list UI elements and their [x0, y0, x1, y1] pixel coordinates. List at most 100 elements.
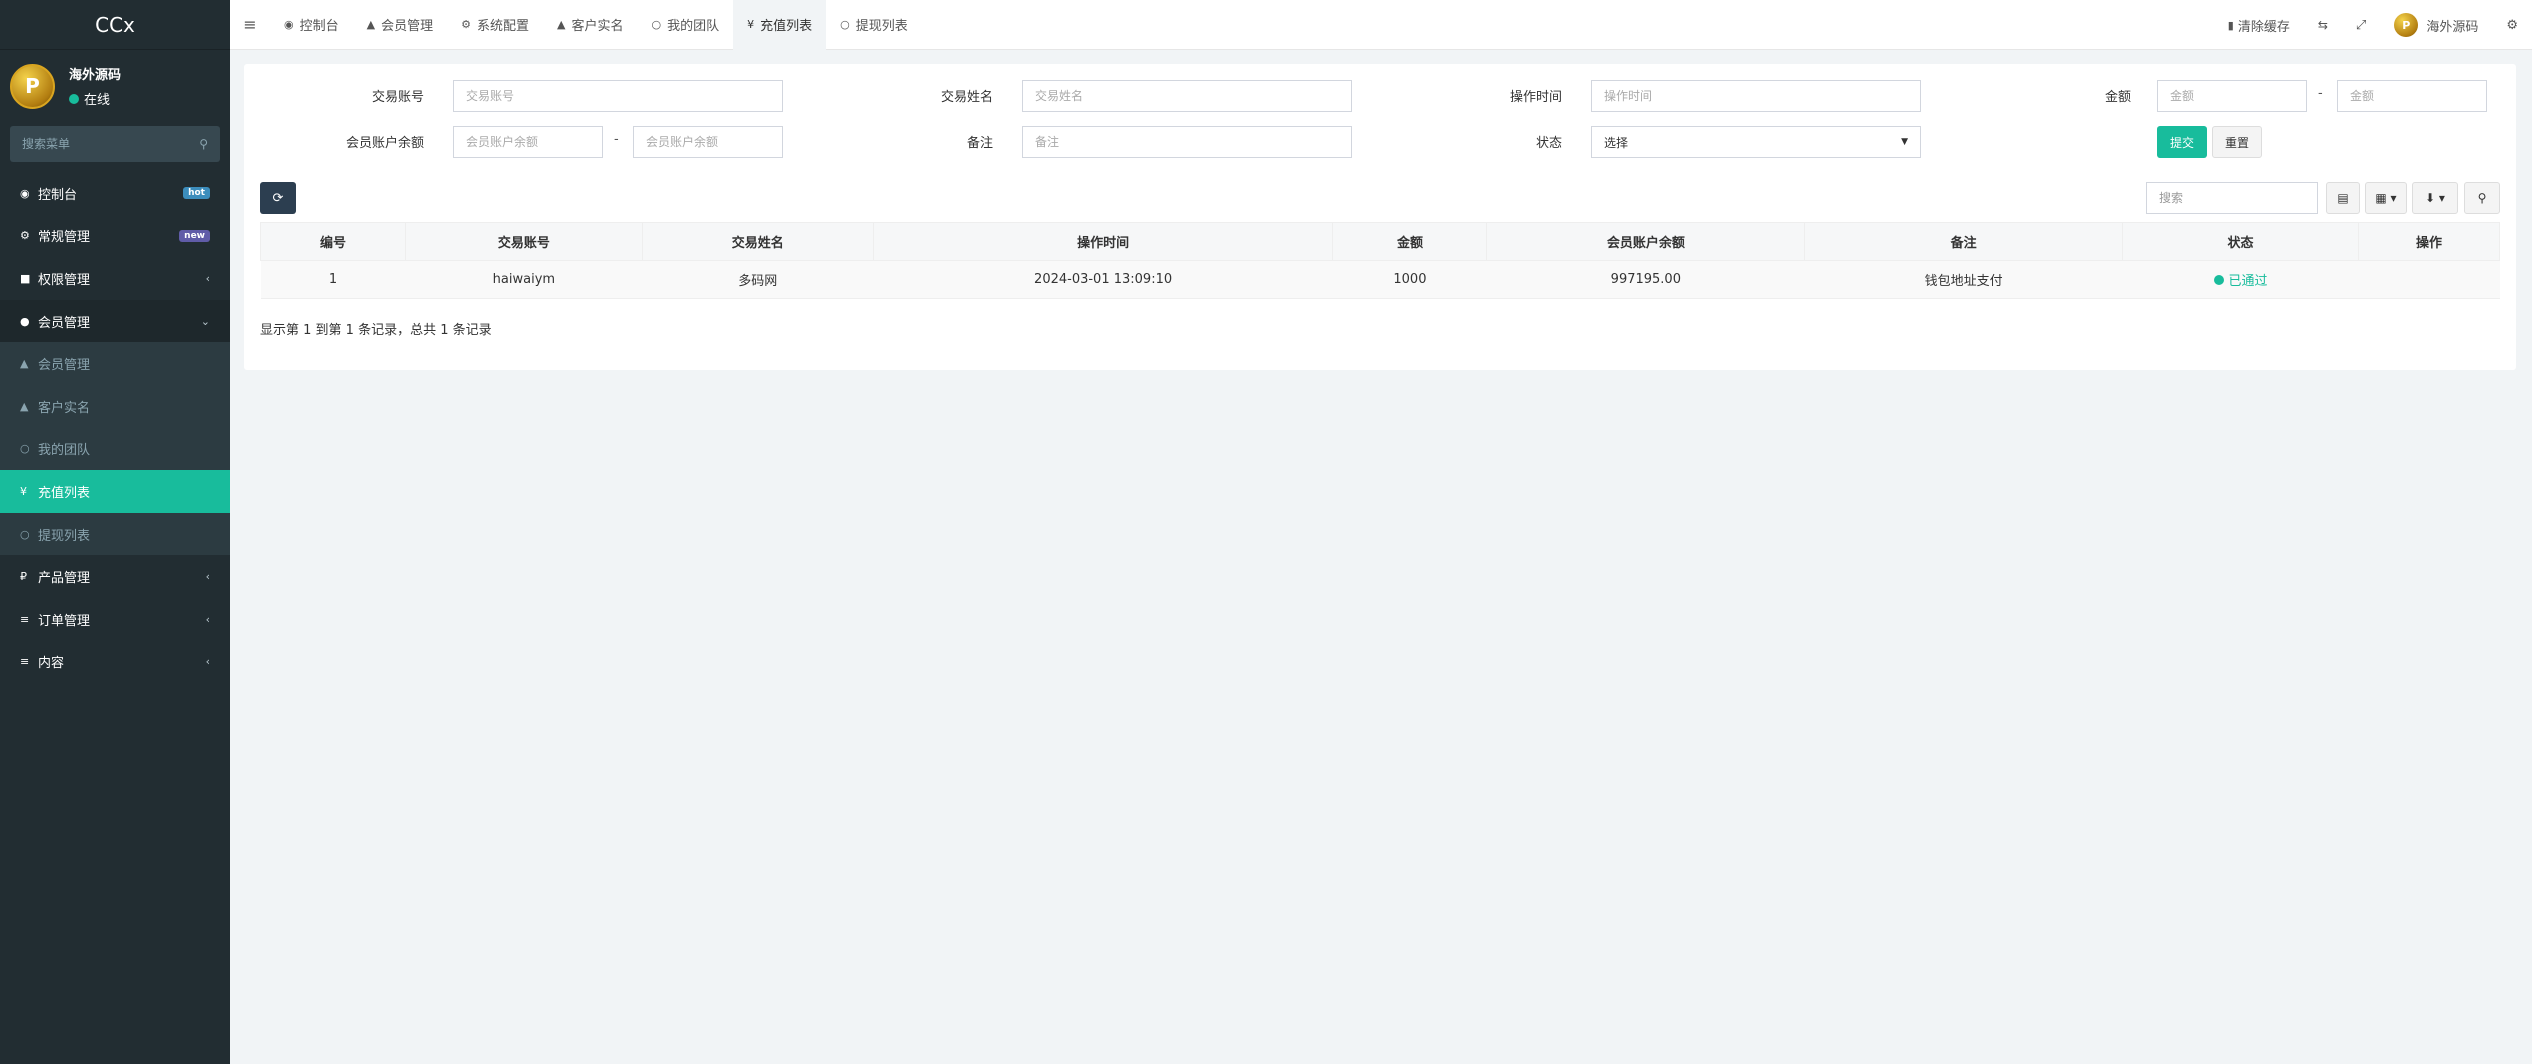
sidebar-item-member[interactable]: ● 会员管理 ⌄ [0, 299, 230, 343]
user-icon: ▲ [20, 357, 29, 371]
user-name: 海外源码 [69, 68, 122, 83]
column-header-amount[interactable]: 金额 [1332, 222, 1488, 261]
sidebar-item-product[interactable]: ₽ 产品管理 ‹ [0, 555, 230, 598]
circle-icon: ○ [840, 18, 850, 31]
amount-min-input[interactable] [2157, 80, 2307, 112]
dashboard-icon: ◉ [20, 186, 30, 200]
search-icon: ⚲ [2477, 191, 2487, 205]
user-icon: ▲ [20, 399, 29, 413]
tab-recharge[interactable]: ¥ 充值列表 [733, 0, 827, 50]
chevron-left-icon: ‹ [205, 655, 210, 669]
sidebar-item-content[interactable]: ≡ 内容 ‹ [0, 641, 230, 684]
tab-team[interactable]: ○ 我的团队 [637, 0, 733, 50]
chevron-left-icon: ‹ [205, 570, 210, 584]
avatar: P [2394, 13, 2419, 37]
sidebar-item-dashboard[interactable]: ◉ 控制台 hot [0, 172, 230, 215]
column-header-actions: 操作 [2357, 222, 2501, 261]
user-menu[interactable]: P 海外源码 [2380, 13, 2492, 37]
top-navbar: ≡ ◉ 控制台 ▲ 会员管理 ⚙ 系统配置 ▲ 客户实名 ○ 我的团队 ¥ 充值列表 ○ 提现… [230, 0, 2532, 50]
column-header-id[interactable]: 编号 [260, 222, 406, 261]
settings-gear-icon[interactable]: ⚙ [2492, 18, 2532, 33]
app-logo[interactable]: CCx [0, 0, 230, 50]
circle-icon: ○ [20, 527, 30, 541]
status-select[interactable]: 选择 ▼ [1591, 126, 1921, 158]
column-header-balance[interactable]: 会员账户余额 [1486, 222, 1806, 261]
sidebar-subitem-withdraw[interactable]: ○ 提现列表 [0, 512, 230, 556]
remark-label: 备注 [966, 136, 993, 151]
remark-input[interactable] [1022, 126, 1352, 158]
tab-realname[interactable]: ▲ 客户实名 [543, 0, 637, 50]
trash-icon: ▮ [2227, 18, 2234, 32]
sidebar-subitem-recharge[interactable]: ¥ 充值列表 [0, 470, 230, 513]
cell-actions [2358, 260, 2500, 299]
user-circle-icon: ● [20, 314, 30, 328]
range-dash: - [2318, 86, 2323, 101]
range-dash: - [614, 132, 619, 147]
users-icon: ■ [20, 271, 31, 285]
list-icon: ≡ [20, 612, 30, 626]
column-header-account[interactable]: 交易账号 [404, 222, 643, 261]
reset-button[interactable]: 重置 [2212, 126, 2262, 158]
fullscreen-icon[interactable]: ⤢ [2342, 18, 2380, 33]
amount-label: 金额 [2104, 90, 2131, 105]
balance-min-input[interactable] [453, 126, 603, 158]
recharge-table: 编号 交易账号 交易姓名 操作时间 金额 会员账户余额 备注 状态 操作 1 h… [260, 222, 2501, 299]
export-icon: ⬇ ▾ [2425, 191, 2445, 205]
cell-time: 2024-03-01 13:09:10 [873, 260, 1333, 299]
user-panel: P 海外源码 在线 [0, 50, 230, 122]
tab-system-config[interactable]: ⚙ 系统配置 [447, 0, 543, 50]
sidebar-item-general[interactable]: ⚙ 常规管理 new [0, 215, 230, 258]
yen-icon: ¥ [747, 18, 755, 31]
column-header-time[interactable]: 操作时间 [872, 222, 1334, 261]
user-status: 在线 [69, 89, 121, 108]
tab-dashboard[interactable]: ◉ 控制台 [270, 0, 353, 50]
sidebar-subitem-team[interactable]: ○ 我的团队 [0, 427, 230, 471]
time-input[interactable] [1591, 80, 1921, 112]
sidebar-item-order[interactable]: ≡ 订单管理 ‹ [0, 598, 230, 641]
name-label: 交易姓名 [940, 90, 993, 105]
name-input[interactable] [1022, 80, 1352, 112]
columns-icon: ▦ ▾ [2375, 191, 2397, 205]
columns-button[interactable]: ▦ ▾ [2365, 182, 2407, 214]
sidebar-subitem-realname[interactable]: ▲ 客户实名 [0, 384, 230, 428]
refresh-button[interactable]: ⟳ [260, 182, 296, 214]
toggle-view-button[interactable]: ▤ [2326, 182, 2360, 214]
chevron-left-icon: ‹ [205, 612, 210, 626]
submit-button[interactable]: 提交 [2157, 126, 2207, 158]
tab-member-manage[interactable]: ▲ 会员管理 [353, 0, 447, 50]
amount-max-input[interactable] [2337, 80, 2487, 112]
account-input[interactable] [453, 80, 783, 112]
ruble-icon: ₽ [20, 570, 27, 584]
user-icon: ▲ [557, 18, 566, 31]
new-badge: new [179, 229, 210, 242]
advanced-search-button[interactable]: ⚲ [2464, 182, 2500, 214]
caret-down-icon: ▼ [1901, 137, 1908, 147]
search-icon[interactable]: ⚲ [199, 137, 208, 151]
list-icon: ≡ [20, 655, 30, 669]
circle-icon: ○ [20, 442, 30, 456]
status-dot-icon [2213, 274, 2224, 285]
cell-balance: 997195.00 [1486, 260, 1805, 299]
table-row[interactable]: 1 haiwaiym 多码网 2024-03-01 13:09:10 1000 … [260, 260, 2500, 299]
sidebar-subitem-member-manage[interactable]: ▲ 会员管理 [0, 342, 230, 385]
export-button[interactable]: ⬇ ▾ [2412, 182, 2458, 214]
chevron-down-icon: ⌄ [200, 314, 210, 328]
pagination-summary: 显示第 1 到第 1 条记录，总共 1 条记录 [260, 323, 492, 338]
sidebar-item-permission[interactable]: ■ 权限管理 ‹ [0, 257, 230, 300]
language-icon[interactable]: ⇆ [2304, 18, 2342, 32]
tab-withdraw[interactable]: ○ 提现列表 [826, 0, 922, 50]
circle-icon: ○ [651, 18, 662, 31]
column-header-name[interactable]: 交易姓名 [641, 222, 874, 261]
column-header-remark[interactable]: 备注 [1804, 222, 2124, 261]
cogs-icon: ⚙ [20, 229, 30, 243]
table-header-row: 编号 交易账号 交易姓名 操作时间 金额 会员账户余额 备注 状态 操作 [260, 222, 2501, 261]
account-label: 交易账号 [371, 90, 424, 105]
menu-toggle-icon[interactable]: ≡ [230, 15, 270, 34]
balance-max-input[interactable] [633, 126, 783, 158]
cell-status: 已通过 [2122, 260, 2359, 299]
clear-cache-button[interactable]: ▮ 清除缓存 [2214, 16, 2304, 35]
cell-remark: 钱包地址支付 [1804, 260, 2123, 299]
table-search-input[interactable] [2146, 182, 2318, 214]
column-header-status[interactable]: 状态 [2122, 222, 2359, 261]
menu-search-input[interactable] [22, 137, 172, 151]
